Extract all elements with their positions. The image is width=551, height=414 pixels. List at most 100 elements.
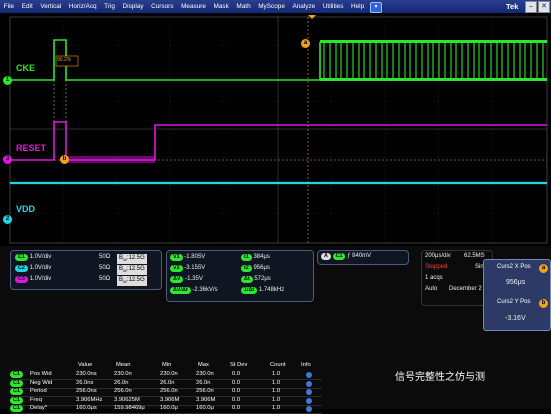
v1-tag: V1 [170, 254, 183, 261]
measurement-cell: 256.0n [196, 388, 214, 395]
measurement-cell: 0.0 [232, 388, 241, 395]
measurement-cell: 3.906M [160, 396, 180, 403]
ch1-impedance: 50Ω [99, 254, 111, 260]
measurement-cell: 159.98469μ [114, 405, 145, 412]
measurement-name: Pos Wid [30, 371, 52, 377]
watermark-text: 信号完整性之仿与测 [395, 372, 485, 383]
t1-value: 384μs [253, 254, 270, 260]
waveform-traces [9, 15, 548, 244]
reset-label: RESET [16, 143, 47, 153]
col-count: Count [270, 362, 286, 368]
ch2-scale: 1.0V/div [29, 265, 52, 271]
sample-rate: 62.5MS [464, 253, 485, 259]
vdd-label: VDD [16, 204, 36, 214]
trigger-source: C1 [332, 253, 346, 260]
ch2-bandwidth: BW:12.5G [117, 265, 147, 276]
trigger-flag-icon: A [321, 253, 331, 260]
timebase: 200μs/div [425, 253, 451, 259]
measurement-cell: 1.0 [272, 396, 281, 403]
ch2-ground-marker[interactable]: 2 [3, 215, 12, 224]
delta-t-value: 572μs [254, 276, 271, 282]
curs2-y-title: Curs2 Y Pos [497, 299, 531, 305]
measurement-cell: 26.0n [114, 379, 129, 386]
measurement-cell: 26.0n [196, 379, 211, 386]
ch3-scale: 1.0V/div [29, 276, 52, 282]
measurement-cell: 256.0n [114, 388, 132, 395]
inv-delta-t-tag: 1/Δt [241, 287, 258, 294]
measurement-name: Neg Wid [30, 379, 53, 386]
cursor-b-tag[interactable]: b [60, 155, 69, 164]
cursor-a-tag[interactable]: a [301, 39, 310, 48]
graticule [10, 17, 547, 243]
v2-value: -3.155V [184, 265, 206, 271]
col-min: Min [162, 362, 172, 368]
info-icon[interactable] [306, 389, 312, 396]
channel-panel[interactable]: C1 1.0V/div 50Ω BW:12.5G C2 1.0V/div 50Ω… [10, 250, 162, 290]
curs2-y-value[interactable]: -3.16V [505, 314, 526, 323]
measurement-source-badge: C1 [10, 371, 23, 378]
delta-v-value: -1.35V [185, 276, 203, 282]
acq-count: 1 acqs [425, 275, 443, 281]
delta-v-tag: ΔV [170, 276, 184, 283]
measurement-cell: 1.0 [272, 405, 281, 412]
measurement-source-badge: C1 [10, 379, 23, 387]
t1-tag: t1 [241, 254, 252, 261]
trigger-panel[interactable]: A C1 ƒ 840mV [317, 250, 409, 265]
ch3-ground-marker[interactable]: 3 [3, 155, 12, 164]
measurement-cell: 1.0 [272, 371, 281, 377]
measurement-cell: 0.0 [232, 396, 241, 403]
col-mean: Mean [116, 362, 131, 368]
measurement-cell: 160.0μ [160, 405, 178, 412]
measurement-cell: 26.0n [160, 379, 175, 386]
ch1-badge[interactable]: C1 [15, 254, 28, 261]
col-info: Info [301, 362, 311, 368]
slope-tag: ΔV/Δt [170, 287, 191, 294]
ch3-bandwidth: BW:12.5G [117, 276, 147, 287]
delta-readout: 90.2% [57, 57, 72, 63]
ch3-badge[interactable]: C3 [15, 276, 28, 283]
measurement-cell: 230.0n [160, 371, 178, 377]
measurement-row[interactable]: C1 Delay* 160.0μs 159.98469μ 160.0μ 160.0μ 0.0… [10, 405, 322, 414]
ch2-impedance: 50Ω [99, 265, 111, 271]
measurement-cell: 1.0 [272, 388, 281, 395]
info-icon[interactable] [306, 372, 312, 378]
date: December 2 [449, 286, 482, 292]
ch1-scale: 1.0V/div [29, 254, 52, 260]
measurement-cell: 3.906M [196, 396, 216, 403]
measurement-cell: 230.0n [114, 371, 132, 377]
curs2-y-tag: b [539, 299, 548, 308]
info-icon[interactable] [306, 380, 312, 387]
measurement-source-badge: C1 [10, 388, 23, 396]
t2-value: 956μs [253, 265, 270, 271]
info-icon[interactable] [306, 397, 312, 404]
measurement-source-badge: C1 [10, 396, 23, 404]
cursor-readout-panel[interactable]: V1 -1.805V t1 384μs V2 -3.155V t2 956μs … [166, 250, 314, 302]
measurement-cell: 256.0ns [76, 388, 97, 395]
measurement-cell: 0.0 [232, 379, 241, 386]
trigger-level: 840mV [352, 253, 372, 259]
curs2-x-value[interactable]: 956μs [506, 278, 525, 287]
col-value: Value [78, 362, 93, 368]
ch1-ground-marker[interactable]: 1 [3, 76, 12, 85]
measurement-cell: 3.906MHz [76, 396, 103, 403]
measurement-name: Freq [30, 396, 42, 403]
ch2-badge[interactable]: C2 [15, 265, 28, 272]
reset-trace [10, 121, 547, 161]
measurement-cell: 230.0ns [76, 371, 97, 377]
inv-delta-t-value: 1.748kHz [258, 287, 285, 293]
col-stdev: St Dev [230, 362, 248, 368]
slope-value: -2.36kV/s [192, 287, 218, 293]
delta-t-tag: Δt [241, 276, 253, 283]
curs2-x-tag: a [539, 264, 548, 273]
measurement-cell: 0.0 [232, 371, 241, 377]
measurement-cell: 1.0 [272, 379, 281, 386]
trigger-mode: Auto [425, 286, 438, 292]
cke-label: CKE [16, 63, 36, 73]
measurement-cell: 26.0ns [76, 379, 94, 386]
measurement-cell: 256.0n [160, 388, 178, 395]
measurement-cell: 3.90625M [114, 396, 140, 403]
measurement-cell: 160.0μs [76, 405, 97, 412]
info-icon[interactable] [306, 406, 312, 413]
cursor-popup[interactable]: Curs2 X Pos a 956μs Curs2 Y Pos b -3.16V [483, 259, 551, 331]
ch3-impedance: 50Ω [99, 276, 111, 282]
